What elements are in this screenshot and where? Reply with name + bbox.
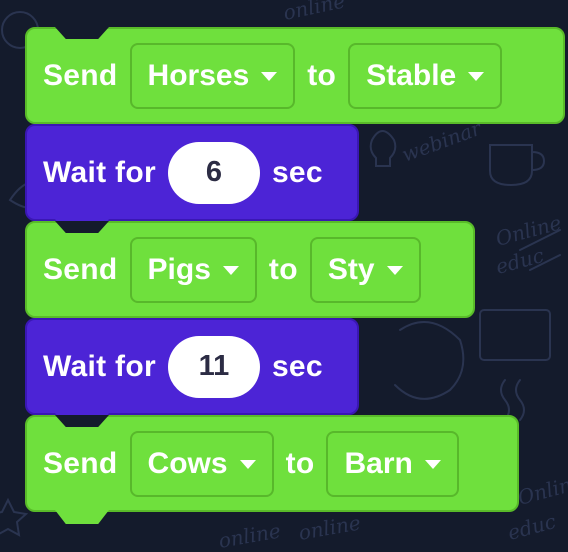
animal-dropdown-value: Cows [147,446,228,480]
seconds-input[interactable]: 11 [167,335,260,398]
wait-block-1[interactable]: Wait for 6 sec [25,124,359,233]
sec-unit-label: sec [271,349,323,383]
to-keyword: to [268,252,298,286]
send-keyword: Send [43,58,118,92]
location-dropdown-value: Stable [366,58,457,92]
location-dropdown[interactable]: Sty [309,236,421,303]
send-block-3[interactable]: Send Cows to Barn [25,415,519,524]
animal-dropdown[interactable]: Pigs [129,236,257,303]
block-notch [55,415,109,427]
send-block-2[interactable]: Send Pigs to Sty [25,221,475,318]
location-dropdown-value: Barn [344,446,413,480]
block-notch [55,221,109,233]
caret-down-icon [468,72,485,81]
location-dropdown[interactable]: Stable [348,42,503,109]
caret-down-icon [386,266,403,275]
wait-for-keyword: Wait for [43,155,156,189]
to-keyword: to [307,58,337,92]
caret-down-icon [261,72,278,81]
sec-unit-label: sec [271,155,323,189]
caret-down-icon [222,266,239,275]
location-dropdown[interactable]: Barn [326,430,459,497]
send-keyword: Send [43,252,118,286]
seconds-input[interactable]: 6 [167,141,260,204]
location-dropdown-value: Sty [327,252,375,286]
send-keyword: Send [43,446,118,480]
block-tab [55,510,109,524]
animal-dropdown-value: Horses [147,58,250,92]
block-notch [55,27,109,39]
animal-dropdown-value: Pigs [147,252,211,286]
block-stack: Send Horses to Stable Wait for 6 sec Sen… [0,0,568,552]
caret-down-icon [239,460,256,469]
wait-block-2[interactable]: Wait for 11 sec [25,318,359,427]
animal-dropdown[interactable]: Horses [129,42,296,109]
send-block-1[interactable]: Send Horses to Stable [25,27,565,124]
animal-dropdown[interactable]: Cows [129,430,274,497]
caret-down-icon [424,460,441,469]
wait-for-keyword: Wait for [43,349,156,383]
to-keyword: to [285,446,315,480]
